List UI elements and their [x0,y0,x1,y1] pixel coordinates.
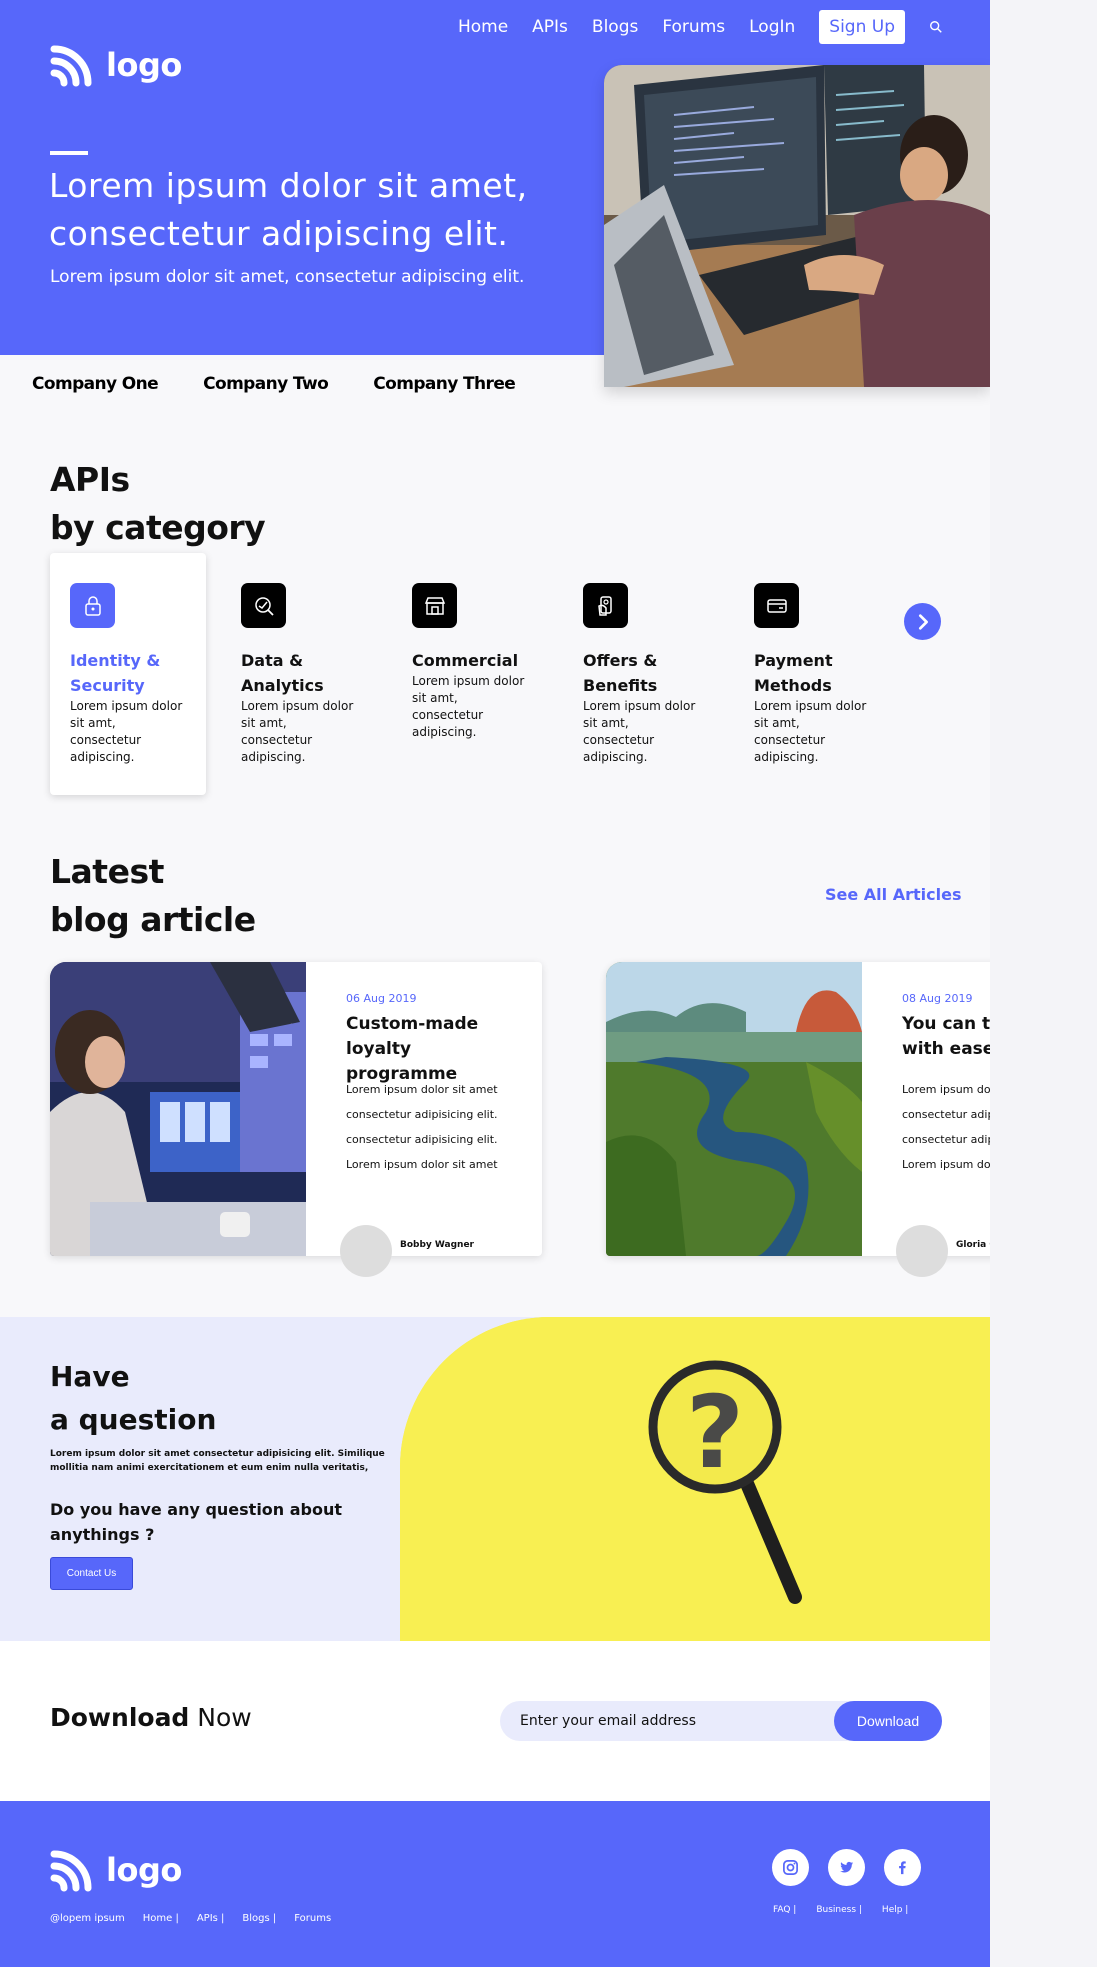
company-two: Company Two [203,374,329,394]
question-heading-line2: a question [50,1403,217,1436]
article-excerpt: Lorem ipsum dolor sit amet consectetur a… [346,1077,526,1177]
email-input[interactable] [520,1701,820,1741]
see-all-articles-link[interactable]: See All Articles [825,885,961,904]
nav-login[interactable]: LogIn [749,17,795,37]
blog-heading-line2: blog article [50,900,256,939]
logo-icon [50,1848,94,1892]
blog-heading-line1: Latest [50,852,164,891]
apis-heading-line1: APIs [50,460,130,499]
card-icon [754,583,799,628]
footer-link-blogs[interactable]: Blogs | [242,1913,276,1924]
category-title: Payment Methods [754,651,833,695]
store-icon [412,583,457,628]
nav-forums[interactable]: Forums [662,17,725,37]
header-logo[interactable]: logo [50,43,182,87]
download-title-rest: Now [189,1703,252,1732]
question-description: Lorem ipsum dolor sit amet consectetur a… [50,1449,385,1473]
author-name: Bobby Wagner [400,1240,474,1250]
download-title-bold: Download [50,1703,190,1732]
category-offers-benefits[interactable]: Offers & Benefits Lorem ipsum dolor sit … [563,553,719,795]
page: logo Home APIs Blogs Forums LogIn Sign U… [0,0,1097,1967]
main-nav: Home APIs Blogs Forums LogIn Sign Up [458,10,945,44]
footer-link-help[interactable]: Help | [882,1905,908,1915]
category-next-button[interactable] [904,603,941,640]
excerpt-line: Lorem ipsum dolor sit amet [346,1158,498,1171]
article-date: 06 Aug 2019 [346,992,417,1005]
footer-link-apis[interactable]: APIs | [197,1913,225,1924]
offer-icon [583,583,628,628]
analytics-icon [241,583,286,628]
hero-image-developer [604,65,990,387]
hero-subtitle: Lorem ipsum dolor sit amet, consectetur … [50,267,525,287]
chevron-right-icon [918,613,928,630]
logo-text: logo [106,1851,182,1889]
company-logos: Company One Company Two Company Three [32,374,516,394]
footer-copyright: @lopem ipsum [50,1913,125,1924]
question-heading-line1: Have [50,1360,130,1393]
category-desc: Lorem ipsum dolor sit amt, consectetur a… [412,674,525,739]
download-title: Download Now [50,1703,252,1732]
footer: logo @lopem ipsum Home | APIs | Blogs | … [0,1801,990,1967]
social-links [772,1849,921,1886]
blog-image-river [606,962,862,1256]
article-date: 08 Aug 2019 [902,992,973,1005]
download-section: Download Now Download [0,1641,990,1801]
svg-text:?: ? [686,1374,744,1491]
category-title: Commercial [412,651,519,670]
facebook-icon[interactable] [884,1849,921,1886]
nav-home[interactable]: Home [458,17,508,37]
article-title[interactable]: Custom-made loyalty programme [346,1012,516,1087]
apis-heading-line2: by category [50,508,266,547]
question-section: ? Have a question Lorem ipsum dolor sit … [0,1317,990,1641]
footer-link-business[interactable]: Business | [816,1905,862,1915]
category-list: Identity & Security Lorem ipsum dolor si… [50,553,890,795]
apis-heading: APIs by category [50,456,266,552]
signup-button[interactable]: Sign Up [819,10,905,44]
footer-link-forums[interactable]: Forums [294,1913,331,1924]
contact-us-button[interactable]: Contact Us [50,1557,133,1590]
category-payment-methods[interactable]: Payment Methods Lorem ipsum dolor sit am… [734,553,890,795]
excerpt-line: consectetur adipisicing elit. [346,1133,498,1146]
category-desc: Lorem ipsum dolor sit amt, consectetur a… [241,699,354,764]
category-title: Identity & Security [70,651,161,695]
logo-text: logo [106,46,182,84]
category-title: Data & Analytics [241,651,324,695]
download-button[interactable]: Download [834,1701,942,1741]
blog-card-1[interactable]: 06 Aug 2019 Custom-made loyalty programm… [50,962,542,1277]
hero-title: Lorem ipsum dolor sit amet, consectetur … [49,166,528,253]
blog-heading: Latest blog article [50,848,256,944]
category-title: Offers & Benefits [583,651,658,695]
magnifier-question-image: ? [400,1317,990,1641]
question-prompt: Do you have any question about anythings… [50,1500,343,1544]
excerpt-line: Lorem ipsum dolor sit amet [346,1083,498,1096]
footer-logo[interactable]: logo [50,1848,182,1892]
footer-secondary-links: FAQ | Business | Help | [773,1905,908,1915]
email-form: Download [500,1701,942,1741]
right-margin [990,0,1097,1967]
twitter-icon[interactable] [828,1849,865,1886]
lock-icon [70,583,115,628]
logo-icon [50,43,94,87]
author-avatar [896,1225,948,1277]
category-identity-security[interactable]: Identity & Security Lorem ipsum dolor si… [50,553,206,795]
author-avatar [340,1225,392,1277]
category-desc: Lorem ipsum dolor sit amt, consectetur a… [70,699,183,764]
category-commercial[interactable]: Commercial Lorem ipsum dolor sit amt, co… [392,553,548,795]
footer-links: @lopem ipsum Home | APIs | Blogs | Forum… [50,1913,331,1924]
nav-blogs[interactable]: Blogs [592,17,638,37]
company-one: Company One [32,374,159,394]
question-heading: Have a question [50,1355,216,1441]
search-icon[interactable] [929,19,945,35]
footer-link-faq[interactable]: FAQ | [773,1905,796,1915]
company-three: Company Three [373,374,516,394]
category-data-analytics[interactable]: Data & Analytics Lorem ipsum dolor sit a… [221,553,377,795]
instagram-icon[interactable] [772,1849,809,1886]
nav-apis[interactable]: APIs [532,17,568,37]
hero-divider [50,151,88,155]
excerpt-line: consectetur adipisicing elit. [346,1108,498,1121]
category-desc: Lorem ipsum dolor sit amt, consectetur a… [754,699,867,764]
footer-link-home[interactable]: Home | [143,1913,179,1924]
category-desc: Lorem ipsum dolor sit amt, consectetur a… [583,699,696,764]
blog-image-office [50,962,306,1256]
